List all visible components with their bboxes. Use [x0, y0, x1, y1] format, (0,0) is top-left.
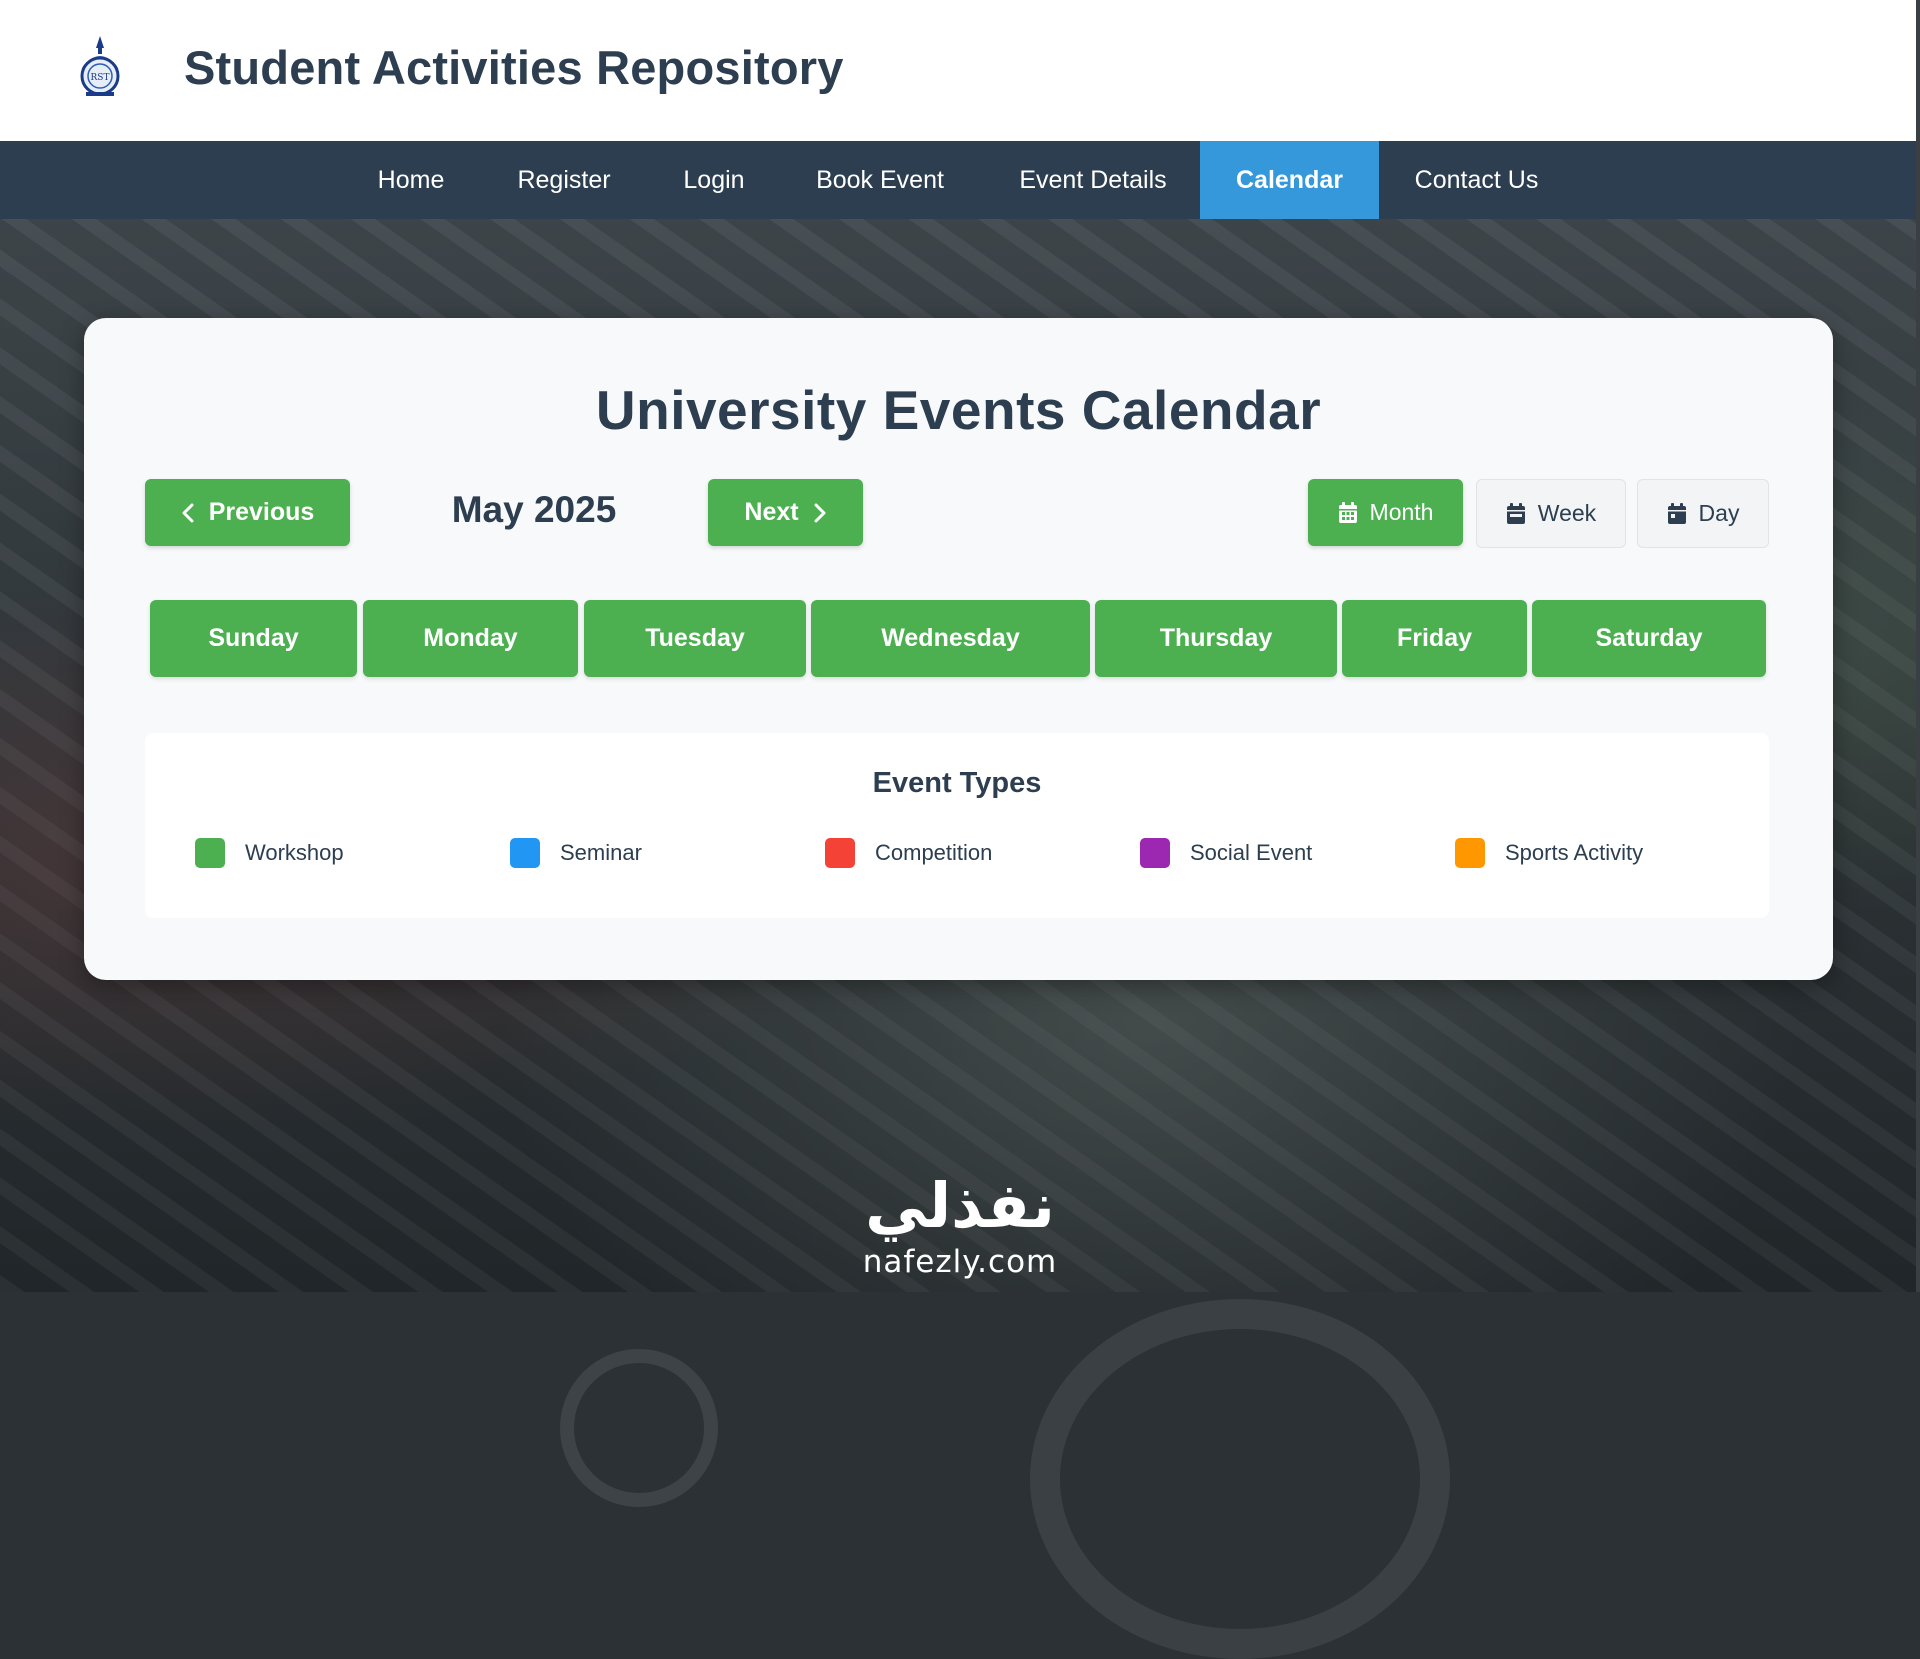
competition-color-swatch: [825, 838, 855, 868]
next-month-button[interactable]: Next: [708, 479, 863, 546]
month-view-button[interactable]: Month: [1308, 479, 1463, 546]
workshop-color-swatch: [195, 838, 225, 868]
chevron-right-icon: [814, 503, 826, 522]
previous-label: Previous: [208, 498, 315, 526]
background-building-ring: [1030, 1299, 1450, 1659]
chevron-left-icon: [182, 503, 194, 522]
university-logo-icon[interactable]: RST: [74, 34, 126, 98]
nav-home[interactable]: Home: [348, 141, 474, 219]
day-view-label: Day: [1698, 500, 1740, 526]
sports-activity-color-swatch: [1455, 838, 1485, 868]
previous-month-button[interactable]: Previous: [145, 479, 350, 546]
current-month-label: May 2025: [451, 489, 617, 530]
weekday-header-saturday: Saturday: [1532, 600, 1766, 677]
legend-label: Social Event: [1190, 840, 1313, 865]
site-title: Student Activities Repository: [184, 41, 844, 94]
event-types-legend: Event Types Workshop Seminar Competition…: [145, 733, 1769, 918]
legend-label: Seminar: [560, 840, 642, 865]
nav-event-details[interactable]: Event Details: [986, 141, 1200, 219]
nav-login[interactable]: Login: [654, 141, 774, 219]
month-view-label: Month: [1369, 499, 1434, 525]
weekday-header-thursday: Thursday: [1095, 600, 1337, 677]
main-navbar: Home Register Login Book Event Event Det…: [0, 141, 1916, 219]
legend-item-competition: Competition: [825, 838, 992, 868]
weekday-header-friday: Friday: [1342, 600, 1527, 677]
nav-calendar[interactable]: Calendar: [1200, 141, 1379, 219]
legend-label: Workshop: [245, 840, 344, 865]
nav-register[interactable]: Register: [474, 141, 654, 219]
background-roundabout: [560, 1349, 718, 1507]
legend-label: Sports Activity: [1505, 840, 1644, 865]
calendar-card: University Events Calendar Previous May …: [84, 318, 1833, 980]
legend-item-seminar: Seminar: [510, 838, 642, 868]
legend-item-social-event: Social Event: [1140, 838, 1312, 868]
weekday-header-monday: Monday: [363, 600, 578, 677]
week-view-label: Week: [1537, 500, 1597, 526]
legend-title: Event Types: [872, 767, 1042, 799]
legend-item-workshop: Workshop: [195, 838, 344, 868]
window-edge: [1916, 0, 1920, 1292]
watermark-url: nafezly.com: [862, 1244, 1058, 1280]
week-view-button[interactable]: Week: [1476, 479, 1626, 548]
site-header: RST Student Activities Repository: [0, 0, 1916, 141]
calendar-week-icon: [1506, 502, 1525, 524]
watermark-arabic: نفذلي: [865, 1169, 1055, 1242]
logo-text: RST: [91, 73, 110, 83]
next-label: Next: [744, 498, 799, 526]
legend-label: Competition: [875, 840, 993, 865]
legend-item-sports-activity: Sports Activity: [1455, 838, 1643, 868]
social-event-color-swatch: [1140, 838, 1170, 868]
calendar-icon: [1338, 501, 1357, 523]
weekday-header-sunday: Sunday: [150, 600, 357, 677]
seminar-color-swatch: [510, 838, 540, 868]
watermark-logo: نفذلي nafezly.com: [850, 1170, 1070, 1282]
day-view-button[interactable]: Day: [1637, 479, 1769, 548]
nav-contact-us[interactable]: Contact Us: [1379, 141, 1574, 219]
weekday-header-tuesday: Tuesday: [584, 600, 806, 677]
calendar-title: University Events Calendar: [595, 379, 1322, 441]
weekday-header-wednesday: Wednesday: [811, 600, 1090, 677]
calendar-day-icon: [1667, 502, 1686, 524]
nav-book-event[interactable]: Book Event: [774, 141, 986, 219]
